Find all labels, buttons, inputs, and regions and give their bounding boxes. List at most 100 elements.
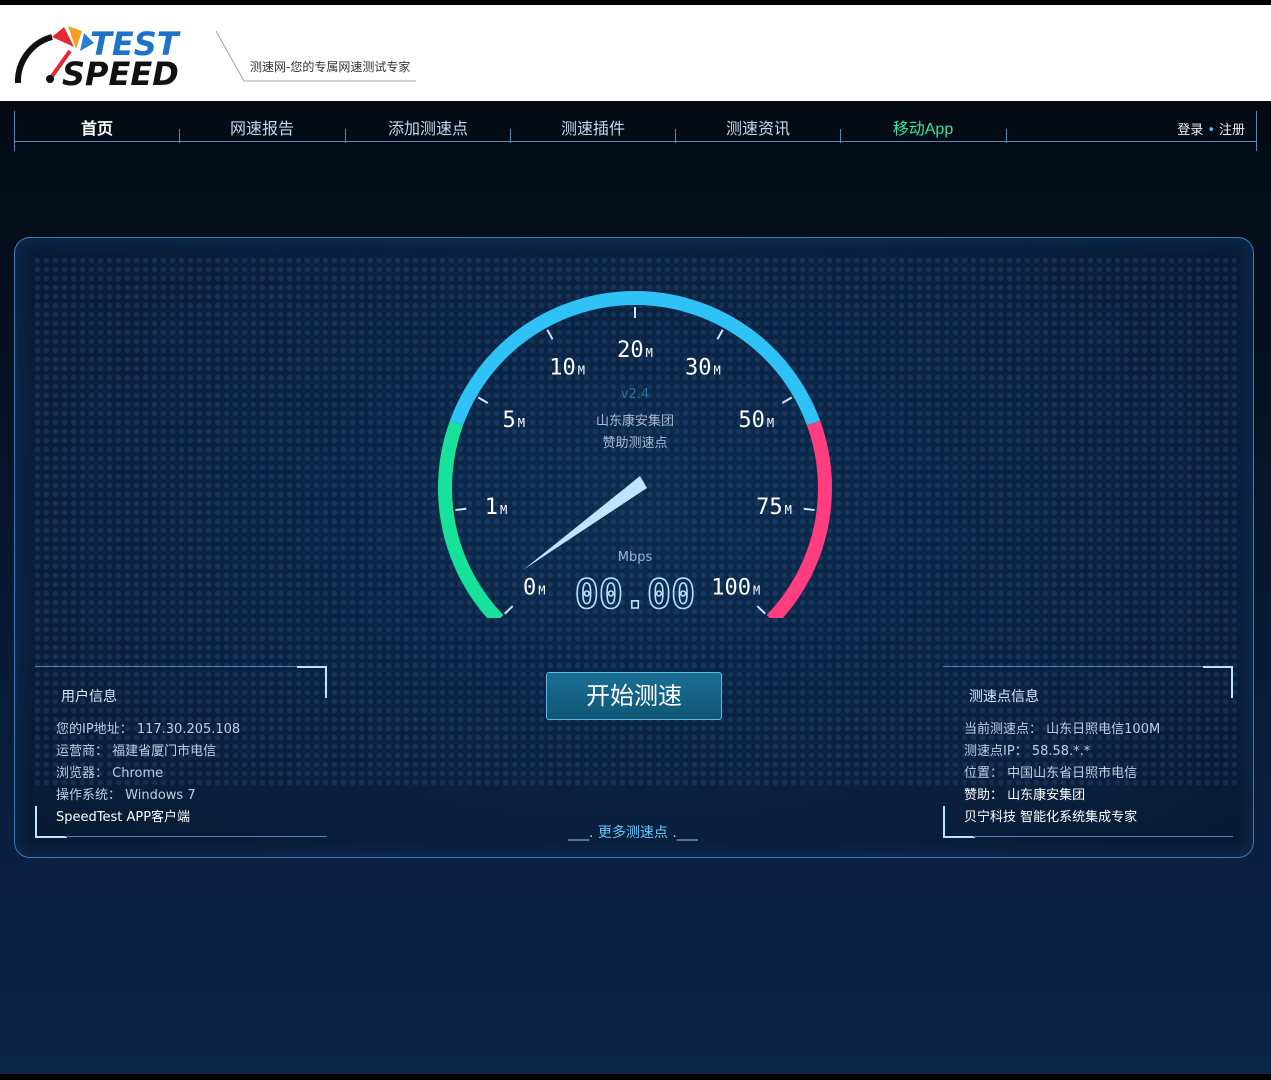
register-link[interactable]: 注册 bbox=[1219, 123, 1245, 138]
gauge-sponsor-line1: 山东康安集团 bbox=[596, 413, 674, 429]
nav-add-node[interactable]: 添加测速点 bbox=[345, 115, 511, 139]
nav-mobile-app[interactable]: 移动App bbox=[840, 115, 1006, 139]
start-test-button[interactable]: 开始测速 bbox=[546, 672, 722, 720]
gauge-tick bbox=[504, 605, 514, 615]
user-info-box: 用户信息 您的IP地址： 117.30.205.108 运营商： 福建省厦门市电… bbox=[35, 666, 327, 840]
testspeed-logo[interactable]: TEST SPEED bbox=[12, 21, 212, 93]
main-nav: 首页 网速报告 添加测速点 测速插件 测速资讯 移动App 登录 • 注册 bbox=[14, 109, 1257, 153]
more-nodes-prefix: ___. bbox=[568, 825, 594, 841]
box-corner-top-right bbox=[1203, 666, 1233, 698]
user-isp-label: 运营商： bbox=[56, 744, 109, 759]
gauge-scale-label: 5M bbox=[503, 408, 525, 433]
gauge-scale-value: 75 bbox=[756, 495, 783, 520]
speedtest-panel: 0 M 1 M 5 M 10 M 20 M 30 M 50 M 75 M 100 M v2.4 山东康安集团 赞助… bbox=[14, 237, 1254, 858]
user-browser-label: 浏览器： bbox=[56, 766, 109, 781]
node-current-row: 当前测速点： 山东日照电信100M bbox=[964, 718, 1160, 737]
user-isp-value: 福建省厦门市电信 bbox=[112, 744, 217, 759]
user-os-value: Windows 7 bbox=[125, 788, 196, 803]
bottom-border bbox=[0, 1074, 1271, 1080]
gauge-scale-label: 1M bbox=[485, 495, 507, 520]
gauge-scale-value: 50 bbox=[738, 408, 765, 433]
slogan-block: 测速网-您的专属网速测试专家 bbox=[216, 31, 416, 87]
gauge-tick bbox=[803, 507, 815, 512]
gauge-scale-label: 10 M bbox=[549, 356, 585, 381]
auth-links: 登录 • 注册 bbox=[1177, 119, 1245, 138]
node-sponsor-label: 赞助： bbox=[964, 788, 1004, 803]
node-location-row: 位置： 中国山东省日照市电信 bbox=[964, 762, 1137, 781]
user-browser-row: 浏览器： Chrome bbox=[56, 762, 163, 781]
node-current-label: 当前测速点： bbox=[964, 722, 1043, 737]
gauge-scale-value: 0 bbox=[523, 575, 536, 600]
node-info-box: 测速点信息 当前测速点： 山东日照电信100M 测速点IP： 58.58.*.*… bbox=[943, 666, 1235, 840]
box-top-line bbox=[943, 666, 1205, 667]
nav-news[interactable]: 测速资讯 bbox=[675, 115, 841, 139]
node-current-value: 山东日照电信100M bbox=[1046, 722, 1161, 737]
gauge-scale-unit: M bbox=[646, 346, 653, 360]
gauge-tick bbox=[477, 396, 489, 404]
gauge-scale-unit: M bbox=[714, 364, 721, 378]
gauge-scale-unit: M bbox=[500, 503, 507, 517]
node-ip-row: 测速点IP： 58.58.*.* bbox=[964, 740, 1090, 759]
node-ip-value: 58.58.*.* bbox=[1031, 744, 1091, 759]
user-info-title: 用户信息 bbox=[61, 689, 117, 705]
gauge-scale-label: 20 M bbox=[617, 338, 653, 363]
gauge-tick bbox=[756, 605, 766, 615]
user-isp-row: 运营商： 福建省厦门市电信 bbox=[56, 740, 216, 759]
node-location-value: 中国山东省日照市电信 bbox=[1007, 766, 1138, 781]
gauge-scale-unit: M bbox=[767, 416, 774, 430]
user-browser-value: Chrome bbox=[112, 766, 164, 781]
gauge-scale-value: 10 bbox=[549, 356, 576, 381]
gauge-scale-value: 100 bbox=[711, 575, 751, 600]
nav-speed-report[interactable]: 网速报告 bbox=[179, 115, 345, 139]
box-top-line bbox=[35, 666, 297, 667]
user-ip-label: 您的IP地址： bbox=[56, 722, 133, 737]
user-os-row: 操作系统： Windows 7 bbox=[56, 784, 196, 803]
more-nodes-label[interactable]: 更多测速点 bbox=[593, 825, 672, 841]
node-sponsor-value: 山东康安集团 bbox=[1007, 788, 1086, 803]
gauge-scale-label: 100 M bbox=[711, 575, 760, 600]
box-bottom-line bbox=[973, 836, 1233, 837]
gauge-scale-label: 75 M bbox=[756, 495, 792, 520]
gauge-scale-value: 20 bbox=[617, 338, 644, 363]
speed-gauge: 0 M1 M5 M10 M20 M30 M50 M75 M100 M v2.4 山东康安集团 赞助… bbox=[438, 291, 832, 618]
node-ip-label: 测速点IP： bbox=[964, 744, 1028, 759]
speedometer-logo-icon: TEST SPEED bbox=[14, 25, 181, 93]
site-header: TEST SPEED 测速网-您的专属网速测试专家 bbox=[0, 5, 1271, 101]
nav-divider bbox=[1006, 129, 1007, 143]
auth-separator: • bbox=[1207, 123, 1215, 138]
more-nodes-link[interactable]: ___. 更多测速点 .___ bbox=[568, 822, 698, 842]
nav-underline bbox=[14, 141, 1257, 142]
node-sponsor-ad-link[interactable]: 贝宁科技 智能化系统集成专家 bbox=[964, 806, 1137, 825]
user-ip-value: 117.30.205.108 bbox=[136, 722, 241, 737]
gauge-scale-unit: M bbox=[785, 503, 792, 517]
gauge-scale-unit: M bbox=[518, 416, 525, 430]
gauge-arc-high bbox=[766, 420, 832, 618]
gauge-scale-unit: M bbox=[753, 583, 760, 597]
gauge-arc-low bbox=[438, 420, 504, 618]
more-nodes-suffix: .___ bbox=[672, 825, 698, 841]
node-location-label: 位置： bbox=[964, 766, 1004, 781]
gauge-scale-label: 30 M bbox=[685, 356, 721, 381]
gauge-scale-label: 0M bbox=[523, 575, 545, 600]
box-bottom-line bbox=[65, 836, 327, 837]
svg-text:SPEED: SPEED bbox=[62, 55, 179, 91]
gauge-scale-value: 30 bbox=[685, 356, 712, 381]
node-sponsor-row: 赞助： 山东康安集团 bbox=[964, 784, 1085, 803]
main-stage: 首页 网速报告 添加测速点 测速插件 测速资讯 移动App 登录 • 注册 0M1M… bbox=[0, 101, 1271, 1074]
box-corner-top-right bbox=[297, 666, 327, 698]
nav-home[interactable]: 首页 bbox=[14, 115, 180, 139]
nav-plugin[interactable]: 测速插件 bbox=[510, 115, 676, 139]
app-client-link[interactable]: SpeedTest APP客户端 bbox=[56, 806, 190, 825]
gauge-tick bbox=[546, 329, 554, 340]
gauge-tick bbox=[716, 329, 724, 340]
gauge-unit: Mbps bbox=[618, 550, 653, 565]
gauge-scale-value: 1 bbox=[485, 495, 498, 520]
login-link[interactable]: 登录 bbox=[1177, 123, 1203, 138]
gauge-version: v2.4 bbox=[621, 387, 649, 402]
gauge-tick bbox=[781, 396, 793, 404]
gauge-tick bbox=[455, 507, 467, 512]
user-os-label: 操作系统： bbox=[56, 788, 122, 803]
gauge-scale-unit: M bbox=[578, 364, 585, 378]
user-ip-row: 您的IP地址： 117.30.205.108 bbox=[56, 718, 240, 737]
gauge-scale-value: 5 bbox=[503, 408, 516, 433]
